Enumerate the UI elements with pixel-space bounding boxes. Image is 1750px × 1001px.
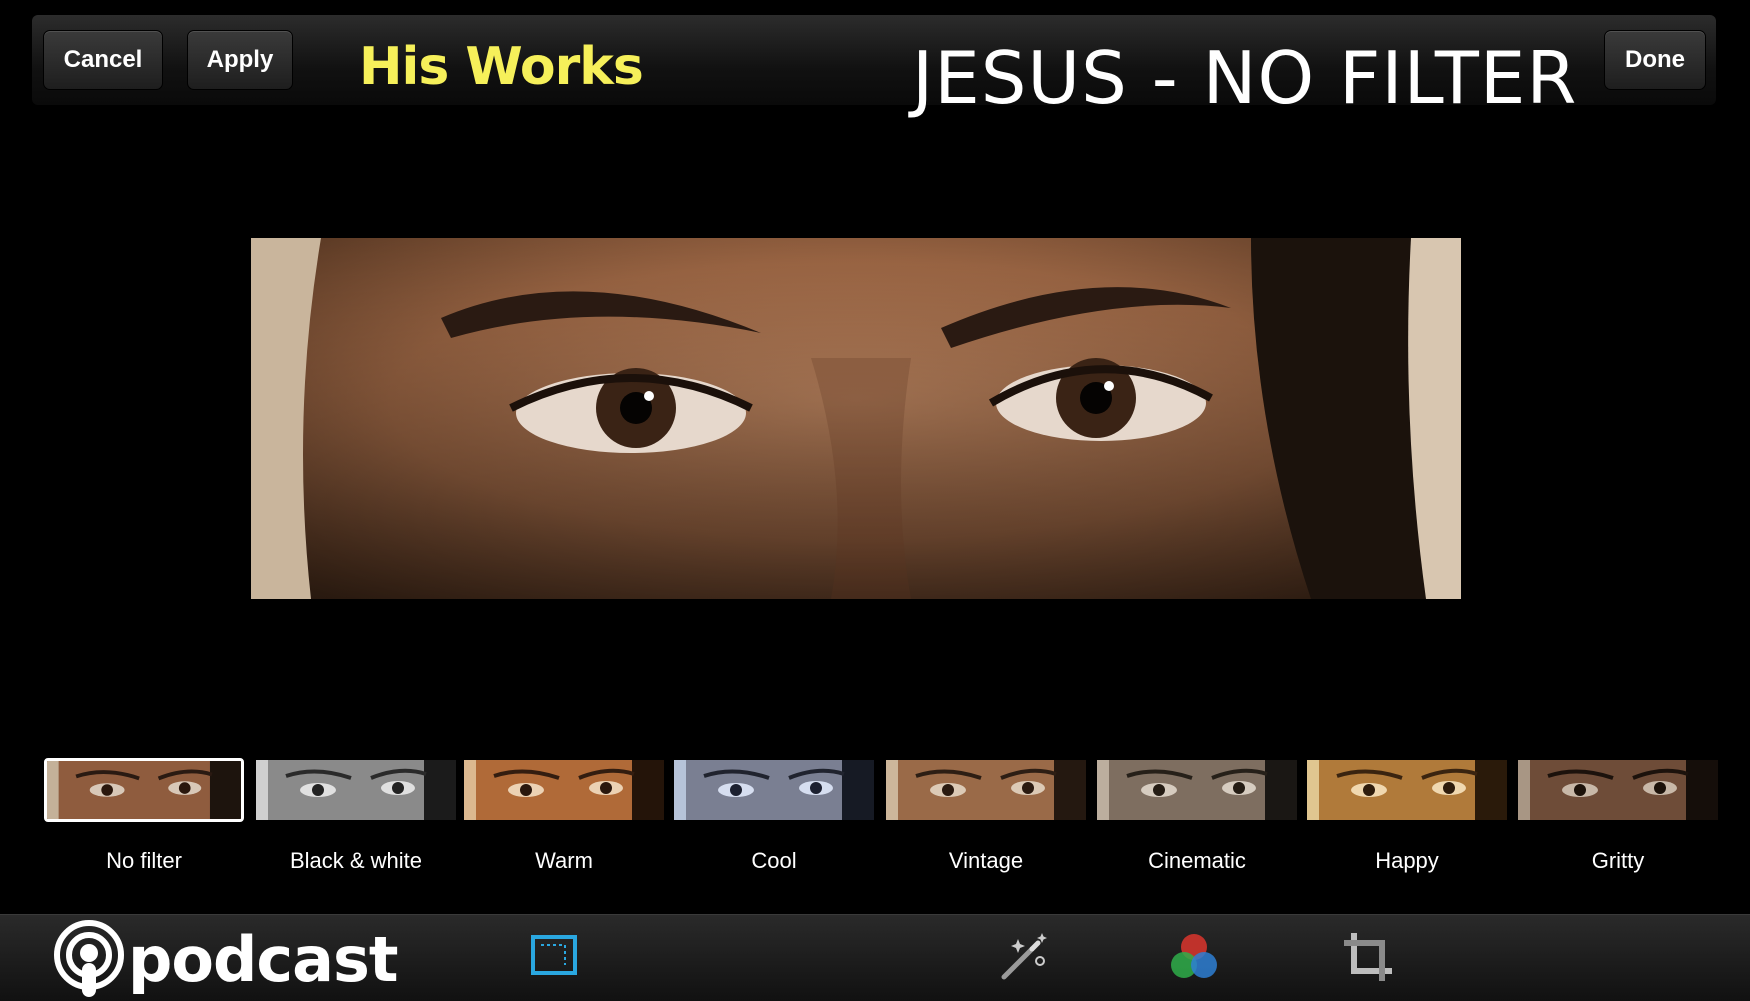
filter-vintage[interactable]: Vintage [886,756,1086,886]
thumb-image [256,760,456,820]
done-button[interactable]: Done [1604,30,1706,90]
filter-label: Cool [751,848,797,873]
filter-gritty[interactable]: Gritty [1518,756,1718,886]
thumb-image [886,760,1086,820]
photo-preview [251,238,1461,599]
magic-wand-icon[interactable] [996,929,1052,985]
top-toolbar: Cancel Apply His Works JESUS - NO FILTER… [32,15,1716,119]
filter-label: Black & white [289,848,423,873]
cancel-button[interactable]: Cancel [43,30,163,90]
eyes-image [251,238,1461,599]
filter-label: Happy [1375,848,1439,873]
filter-thumbnail[interactable] [674,760,874,820]
crop-frame-icon[interactable] [527,929,583,985]
filter-label: Warm [535,848,593,873]
filter-black-white[interactable]: Black & white [256,756,456,886]
thumb-image [47,761,241,819]
filter-happy[interactable]: Happy [1307,756,1507,886]
crop-icon[interactable] [1340,929,1396,985]
filter-label: No filter [106,848,182,873]
podcast-icon [54,920,124,997]
filter-no-filter[interactable]: No filter [44,756,244,886]
logo-text: podcast [128,922,398,996]
filter-thumbnail[interactable] [886,760,1086,820]
filter-thumbnail[interactable] [464,760,664,820]
filter-warm[interactable]: Warm [464,756,664,886]
color-circles-icon[interactable] [1166,929,1222,985]
filter-thumbnail[interactable] [1518,760,1718,820]
thumb-image [674,760,874,820]
filter-thumbnail[interactable] [256,760,456,820]
bottom-toolbar: podcast [0,914,1750,1001]
filter-cinematic[interactable]: Cinematic [1097,756,1297,886]
filter-label: Vintage [948,848,1024,873]
show-subtitle: His Works [359,37,644,97]
filter-thumbnail[interactable] [1097,760,1297,820]
podcast-logo: podcast [52,919,398,999]
thumb-image [1307,760,1507,820]
filter-strip: No filter Black & white Warm Cool Vintag… [44,756,1720,886]
filter-cool[interactable]: Cool [674,756,874,886]
filter-label: Gritty [1591,848,1645,873]
page-title: JESUS - NO FILTER [912,36,1578,120]
thumb-image [1518,760,1718,820]
thumb-image [464,760,664,820]
apply-button[interactable]: Apply [187,30,293,90]
filter-thumbnail[interactable] [1307,760,1507,820]
filter-label: Cinematic [1148,848,1246,873]
thumb-image [1097,760,1297,820]
filter-thumbnail[interactable] [44,758,244,822]
